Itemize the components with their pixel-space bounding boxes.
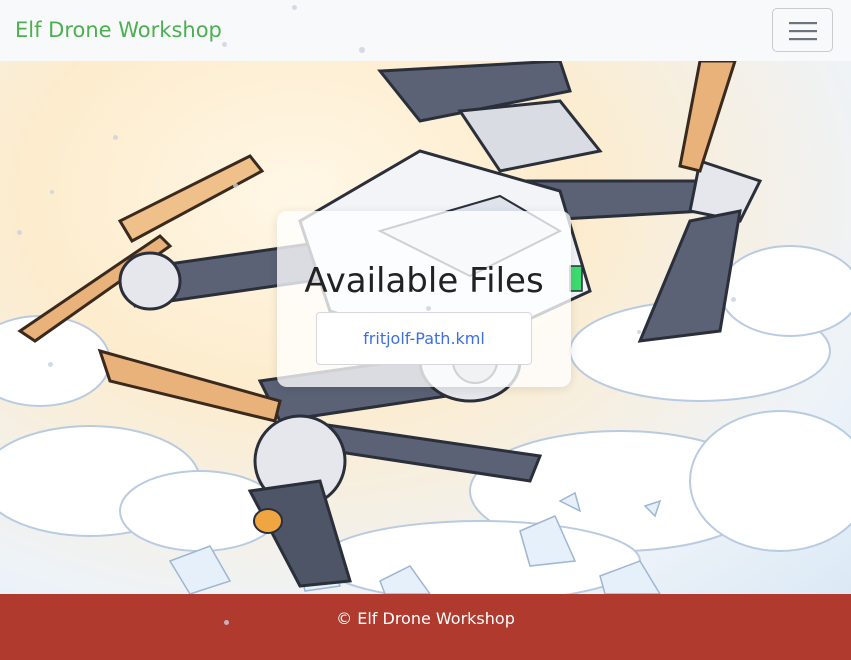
page-title: Available Files bbox=[304, 261, 544, 301]
brand-link[interactable]: Elf Drone Workshop bbox=[15, 15, 222, 45]
navbar-toggler-button[interactable] bbox=[772, 8, 833, 52]
footer: © Elf Drone Workshop bbox=[0, 594, 851, 660]
navbar: Elf Drone Workshop bbox=[0, 0, 851, 61]
footer-copyright: © Elf Drone Workshop bbox=[336, 609, 515, 628]
files-card: Available Files fritjolf-Path.kml bbox=[277, 211, 571, 387]
file-link-fritjolf-path[interactable]: fritjolf-Path.kml bbox=[316, 312, 532, 365]
hamburger-icon bbox=[789, 22, 817, 41]
